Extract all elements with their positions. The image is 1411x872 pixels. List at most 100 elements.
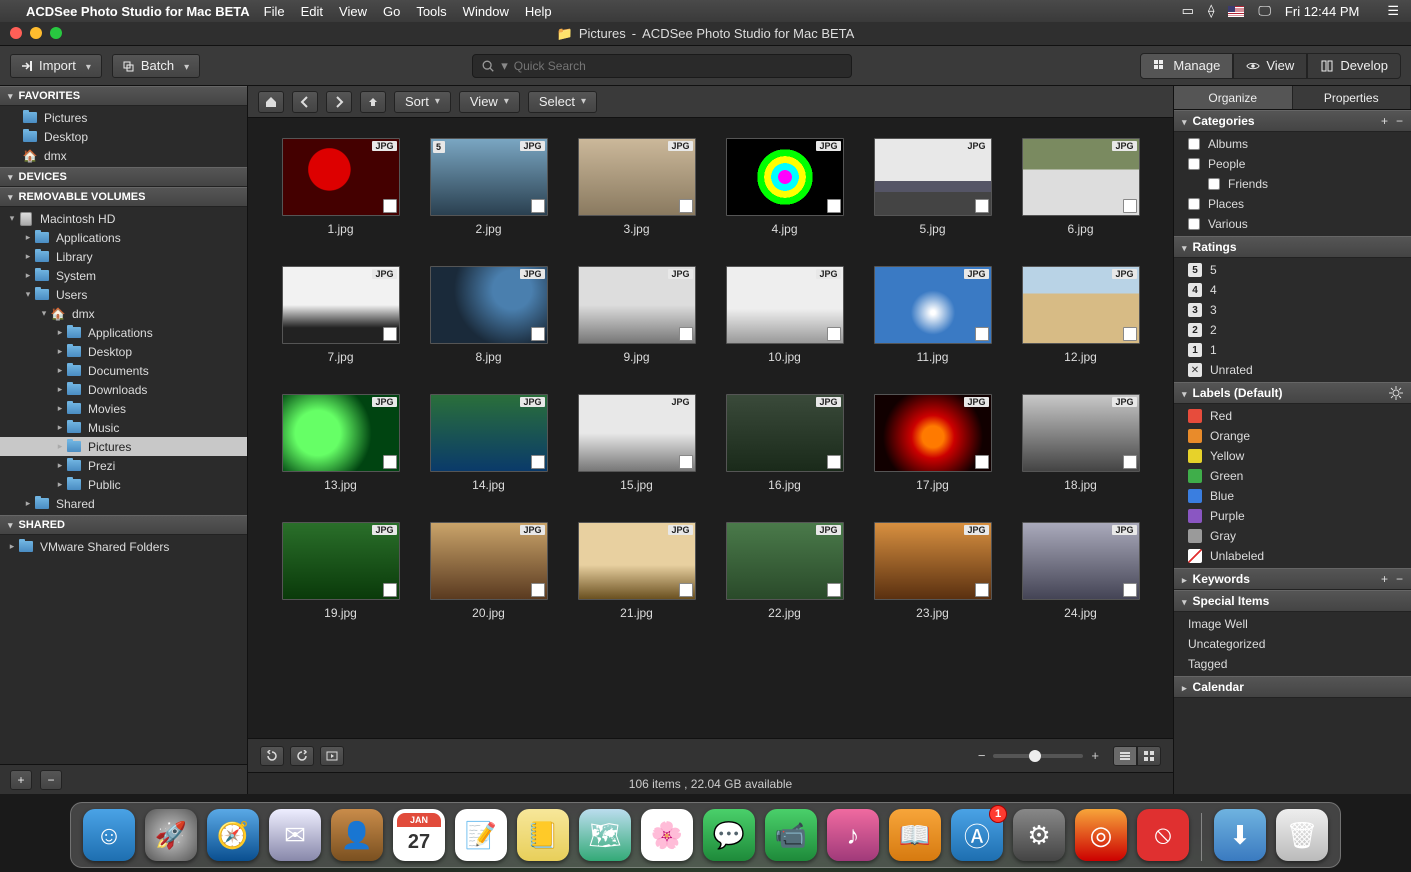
- thumb-checkbox[interactable]: [531, 583, 545, 597]
- thumb-checkbox[interactable]: [1123, 583, 1137, 597]
- nav-up-button[interactable]: [360, 91, 386, 113]
- removable-volumes-header[interactable]: REMOVABLE VOLUMES: [0, 187, 247, 207]
- mode-view[interactable]: View: [1233, 53, 1307, 79]
- dock-contacts[interactable]: 👤: [331, 809, 383, 861]
- thumbnail[interactable]: JPG8.jpg: [425, 266, 553, 364]
- mode-develop[interactable]: Develop: [1307, 53, 1401, 79]
- ratings-header[interactable]: Ratings: [1174, 236, 1411, 258]
- thumbnail[interactable]: JPG20.jpg: [425, 522, 553, 620]
- dock-sysprefs[interactable]: ⚙: [1013, 809, 1065, 861]
- thumb-checkbox[interactable]: [1123, 455, 1137, 469]
- thumbnail[interactable]: JPG4.jpg: [721, 138, 849, 236]
- thumb-checkbox[interactable]: [679, 583, 693, 597]
- favorite-dmx[interactable]: 🏠dmx: [0, 146, 247, 165]
- label-green[interactable]: Green: [1174, 466, 1411, 486]
- menu-help[interactable]: Help: [525, 4, 552, 19]
- dock-appstore[interactable]: Ⓐ1: [951, 809, 1003, 861]
- thumbnail[interactable]: JPG5.jpg: [869, 138, 997, 236]
- thumbnail[interactable]: JPG7.jpg: [277, 266, 405, 364]
- dock-reminders[interactable]: 📝: [455, 809, 507, 861]
- nav-forward-button[interactable]: [326, 91, 352, 113]
- remove-favorite-button[interactable]: −: [40, 770, 62, 790]
- tree-documents[interactable]: ▸Documents: [0, 361, 247, 380]
- thumbnail[interactable]: JPG1.jpg: [277, 138, 405, 236]
- categories-header[interactable]: Categories+−: [1174, 110, 1411, 132]
- label-blue[interactable]: Blue: [1174, 486, 1411, 506]
- tab-organize[interactable]: Organize: [1174, 86, 1293, 109]
- add-favorite-button[interactable]: +: [10, 770, 32, 790]
- thumbnail[interactable]: JPG23.jpg: [869, 522, 997, 620]
- quick-search[interactable]: ▾: [472, 54, 852, 78]
- category-albums[interactable]: Albums: [1174, 134, 1411, 154]
- input-source-icon[interactable]: [1228, 6, 1244, 17]
- airplay-icon[interactable]: ▭: [1182, 3, 1194, 19]
- thumb-checkbox[interactable]: [975, 455, 989, 469]
- menu-file[interactable]: File: [264, 4, 285, 19]
- view-thumbnails-button[interactable]: [1113, 746, 1137, 766]
- tree-pictures[interactable]: ▸Pictures: [0, 437, 247, 456]
- window-zoom-button[interactable]: [50, 27, 62, 39]
- labels-gear-icon[interactable]: [1389, 386, 1403, 400]
- dock-launchpad[interactable]: 🚀: [145, 809, 197, 861]
- label-red[interactable]: Red: [1174, 406, 1411, 426]
- status-icon[interactable]: ⟠: [1208, 3, 1214, 19]
- category-various[interactable]: Various: [1174, 214, 1411, 234]
- mode-manage[interactable]: Manage: [1140, 53, 1233, 79]
- thumbnail[interactable]: JPG10.jpg: [721, 266, 849, 364]
- dock-ibooks[interactable]: 📖: [889, 809, 941, 861]
- view-grid-button[interactable]: [1137, 746, 1161, 766]
- dock-maps[interactable]: 🗺: [579, 809, 631, 861]
- thumbnail[interactable]: JPG12.jpg: [1017, 266, 1145, 364]
- category-checkbox[interactable]: [1188, 218, 1200, 230]
- favorite-desktop[interactable]: Desktop: [0, 127, 247, 146]
- menu-go[interactable]: Go: [383, 4, 400, 19]
- dock-safari[interactable]: 🧭: [207, 809, 259, 861]
- thumb-checkbox[interactable]: [827, 327, 841, 341]
- thumb-checkbox[interactable]: [383, 455, 397, 469]
- add-category-icon[interactable]: +: [1381, 114, 1388, 128]
- thumbnail-zoom[interactable]: − +: [978, 748, 1099, 763]
- thumb-checkbox[interactable]: [975, 327, 989, 341]
- thumb-checkbox[interactable]: [531, 455, 545, 469]
- menu-edit[interactable]: Edit: [301, 4, 323, 19]
- dock-nosign[interactable]: ⦸: [1137, 809, 1189, 861]
- tree-public[interactable]: ▸Public: [0, 475, 247, 494]
- thumb-checkbox[interactable]: [827, 455, 841, 469]
- tree-users[interactable]: ▾Users: [0, 285, 247, 304]
- favorite-pictures[interactable]: Pictures: [0, 108, 247, 127]
- thumb-checkbox[interactable]: [679, 455, 693, 469]
- nav-home-button[interactable]: [258, 91, 284, 113]
- dock-photos[interactable]: 🌸: [641, 809, 693, 861]
- tree-desktop[interactable]: ▸Desktop: [0, 342, 247, 361]
- rotate-ccw-button[interactable]: [260, 746, 284, 766]
- zoom-in-icon[interactable]: +: [1091, 748, 1099, 763]
- dock-mail[interactable]: ✉: [269, 809, 321, 861]
- thumb-checkbox[interactable]: [383, 327, 397, 341]
- remove-keyword-icon[interactable]: −: [1396, 572, 1403, 586]
- category-checkbox[interactable]: [1188, 198, 1200, 210]
- category-friends[interactable]: Friends: [1174, 174, 1411, 194]
- tree-downloads[interactable]: ▸Downloads: [0, 380, 247, 399]
- tree-dmx[interactable]: ▾🏠dmx: [0, 304, 247, 323]
- category-places[interactable]: Places: [1174, 194, 1411, 214]
- special-uncategorized[interactable]: Uncategorized: [1174, 634, 1411, 654]
- tree-applications[interactable]: ▸Applications: [0, 228, 247, 247]
- calendar-header[interactable]: Calendar: [1174, 676, 1411, 698]
- quick-search-input[interactable]: [514, 59, 843, 73]
- window-close-button[interactable]: [10, 27, 22, 39]
- thumbnail[interactable]: JPG22.jpg: [721, 522, 849, 620]
- dock-downloads[interactable]: ⬇: [1214, 809, 1266, 861]
- rotate-cw-button[interactable]: [290, 746, 314, 766]
- zoom-out-icon[interactable]: −: [978, 748, 986, 763]
- tree-prezi[interactable]: ▸Prezi: [0, 456, 247, 475]
- notification-center-icon[interactable]: ☰: [1387, 3, 1399, 19]
- dock-calendar[interactable]: JAN27: [393, 809, 445, 861]
- dock-facetime[interactable]: 📹: [765, 809, 817, 861]
- sort-dropdown[interactable]: Sort: [394, 91, 451, 113]
- thumbnail[interactable]: JPG19.jpg: [277, 522, 405, 620]
- view-dropdown[interactable]: View: [459, 91, 520, 113]
- tab-properties[interactable]: Properties: [1293, 86, 1411, 109]
- menu-view[interactable]: View: [339, 4, 367, 19]
- dock-itunes[interactable]: ♪: [827, 809, 879, 861]
- rating-3[interactable]: 33: [1174, 300, 1411, 320]
